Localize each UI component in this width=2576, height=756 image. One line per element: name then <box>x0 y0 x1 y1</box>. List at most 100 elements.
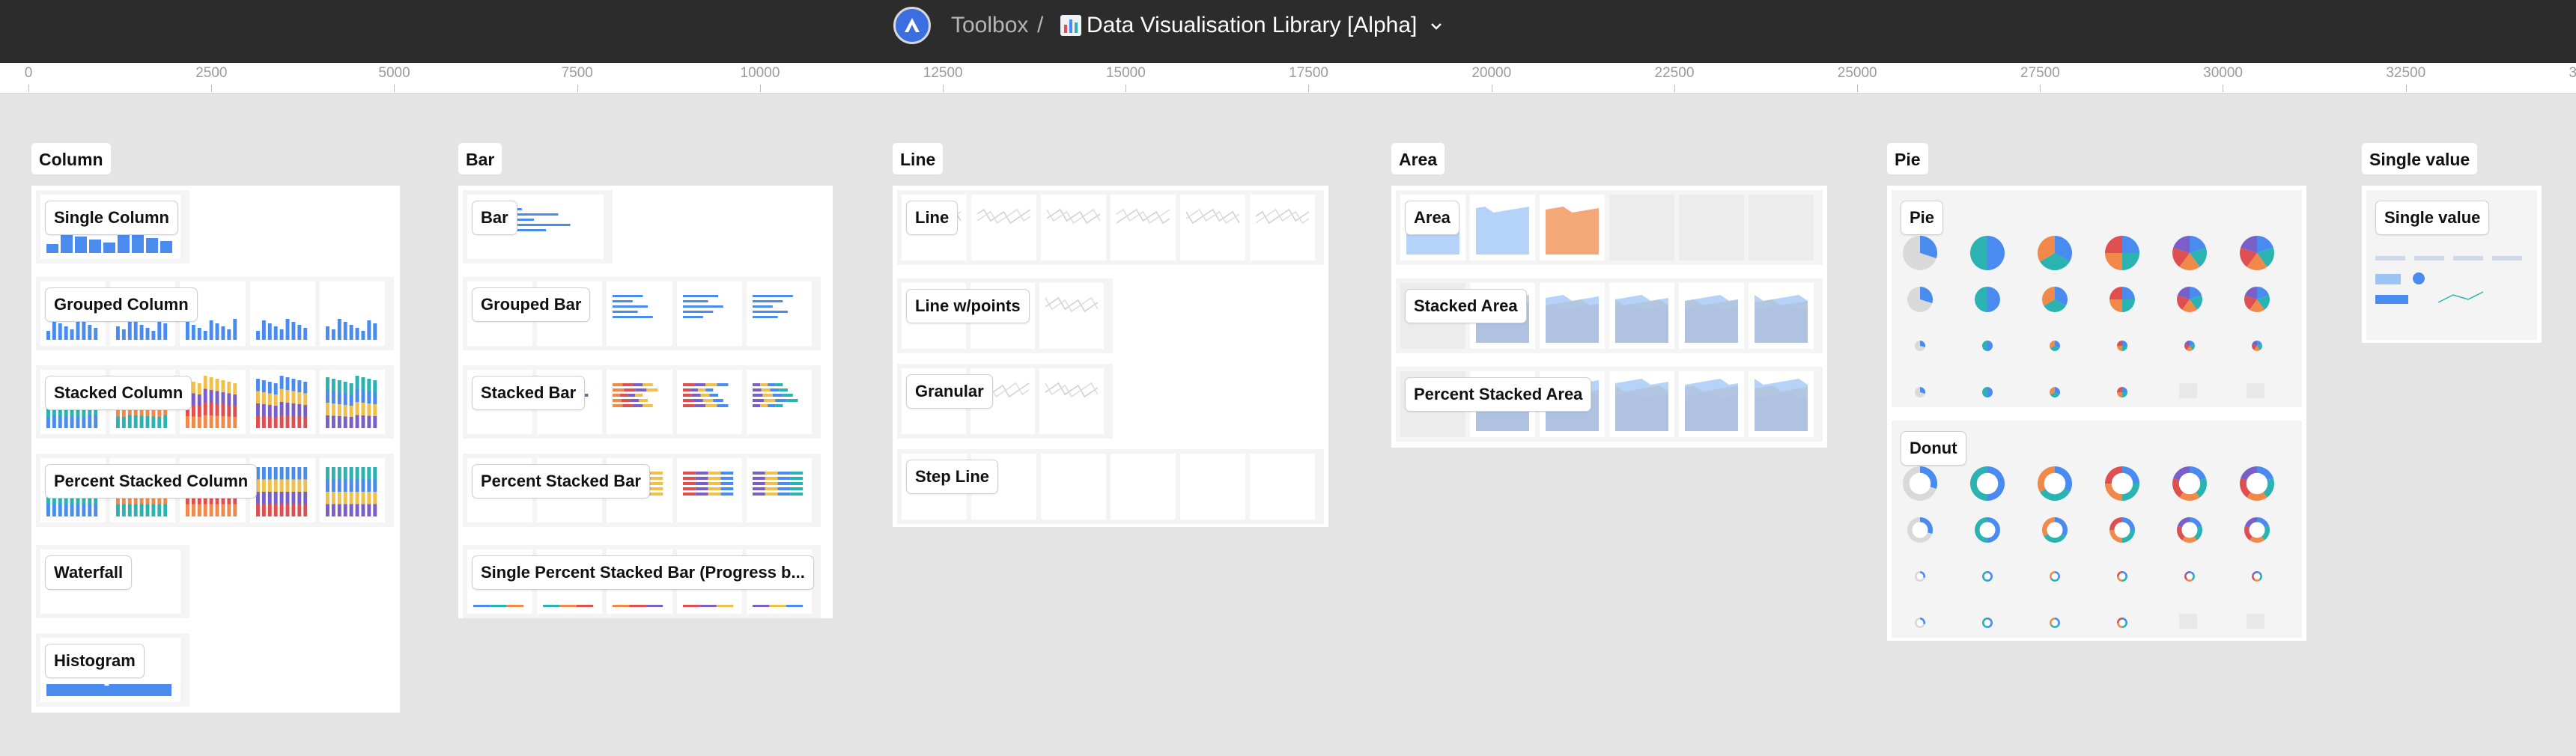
area-series-mark <box>1476 207 1529 254</box>
component-row[interactable]: Single Percent Stacked Bar (Progress b..… <box>463 545 821 618</box>
bar-mark <box>192 325 196 340</box>
component-row[interactable]: Granular <box>897 364 1113 439</box>
stack-segment-mark <box>343 382 347 394</box>
component-row[interactable]: Line w/points <box>897 278 1113 353</box>
bar-mark <box>186 322 190 340</box>
component-title[interactable]: Waterfall <box>45 555 133 590</box>
component-title[interactable]: Bar <box>472 201 517 235</box>
chart-thumbnail <box>746 281 812 346</box>
pie-chart-thumbnail <box>2038 236 2072 270</box>
hstack-segment-mark <box>752 472 765 475</box>
component-title[interactable]: Percent Stacked Area <box>1405 377 1592 412</box>
stack-segment-mark <box>273 504 278 516</box>
chart-thumbnail <box>249 281 315 346</box>
component-title[interactable]: Stacked Area <box>1405 289 1527 323</box>
stack-segment-mark <box>343 479 347 492</box>
stack-segment-mark <box>291 415 295 428</box>
hstack-segment-mark <box>693 399 703 402</box>
hstack-segment-mark <box>695 472 708 475</box>
stack-segment-mark <box>88 504 92 516</box>
component-row[interactable]: Percent Stacked Column <box>36 454 394 527</box>
stack-segment-mark <box>227 405 231 417</box>
stack-segment-mark <box>70 416 74 428</box>
pie-chart-thumbnail <box>2172 236 2207 270</box>
component-title[interactable]: Histogram <box>45 644 145 678</box>
component-row[interactable]: Stacked Column <box>36 365 394 439</box>
pie-slice-mark <box>1987 287 2000 312</box>
hstack-segment-mark <box>635 394 643 397</box>
stack-segment-mark <box>361 504 365 516</box>
stack-segment-mark <box>233 394 237 406</box>
pie-chart-thumbnail <box>2109 287 2135 312</box>
component-row[interactable]: Donut <box>1892 421 2302 638</box>
hstack-segment-mark <box>720 493 733 496</box>
component-row[interactable]: Histogram <box>36 633 189 707</box>
component-title[interactable]: Line <box>906 201 959 235</box>
astronomer-logo-icon[interactable] <box>893 7 931 44</box>
stack-segment-mark <box>88 415 92 428</box>
stack-segment-mark <box>303 479 307 492</box>
donut-hole-mark <box>2246 472 2268 495</box>
component-row[interactable]: Step Line <box>897 449 1324 524</box>
bar-mark <box>303 328 307 340</box>
component-title[interactable]: Line w/points <box>906 289 1030 323</box>
section-label-3: Area <box>1391 143 1445 174</box>
stack-segment-mark <box>285 390 290 403</box>
hstack-segment-mark <box>720 482 733 485</box>
component-row[interactable]: Single Column <box>36 190 189 263</box>
component-row[interactable]: Percent Stacked Bar <box>463 454 821 527</box>
ruler-tick-label: 20000 <box>1471 65 1512 81</box>
hstack-segment-mark <box>790 493 803 496</box>
component-title[interactable]: Percent Stacked Bar <box>472 464 650 499</box>
component-title[interactable]: Percent Stacked Column <box>45 464 258 499</box>
component-title[interactable]: Single Percent Stacked Bar (Progress b..… <box>472 555 814 590</box>
chart-thumbnail <box>249 458 315 522</box>
component-row[interactable]: Line <box>897 190 1324 265</box>
component-row[interactable]: Pie <box>1892 190 2302 407</box>
component-title[interactable]: Stacked Column <box>45 376 192 410</box>
component-title[interactable]: Step Line <box>906 460 999 494</box>
bar-mark <box>279 329 284 340</box>
stack-segment-mark <box>261 504 266 516</box>
pie-chart-thumbnail <box>2050 387 2060 397</box>
horizontal-ruler[interactable]: 0 2500 5000 7500 10000 12500 15000 17500 20000 22… <box>0 63 2576 94</box>
component-title[interactable]: Grouped Bar <box>472 287 591 322</box>
histogram-gap-mark <box>104 681 109 686</box>
component-row[interactable]: Stacked Bar <box>463 365 821 439</box>
stack-segment-mark <box>70 504 74 516</box>
stack-segment-mark <box>255 379 260 391</box>
component-row[interactable]: Bar <box>463 190 613 263</box>
component-row[interactable]: Waterfall <box>36 545 189 618</box>
hbar-mark <box>752 295 793 297</box>
workspace-name[interactable]: Toolbox <box>951 12 1028 39</box>
component-title[interactable]: Pie <box>1901 201 1944 235</box>
component-row[interactable]: Grouped Column <box>36 277 394 350</box>
component-row[interactable]: Grouped Bar <box>463 277 821 350</box>
stack-segment-mark <box>355 504 359 516</box>
component-title[interactable]: Grouped Column <box>45 287 198 322</box>
chart-thumbnail <box>319 281 385 346</box>
stack-segment-mark <box>373 380 377 392</box>
component-row[interactable]: Area <box>1396 190 1823 265</box>
single-value-mark <box>2492 256 2522 260</box>
bar-mark <box>210 320 213 340</box>
component-title[interactable]: Granular <box>906 374 993 409</box>
component-title[interactable]: Stacked Bar <box>472 376 586 410</box>
component-row[interactable]: Single value <box>2366 190 2537 340</box>
component-title[interactable]: Single value <box>2375 201 2490 235</box>
chevron-down-icon[interactable] <box>1430 21 1442 34</box>
stack-segment-mark <box>355 492 359 504</box>
chart-thumbnail-graphic <box>1615 295 1668 343</box>
component-title[interactable]: Area <box>1405 201 1459 235</box>
bar-mark <box>349 325 353 340</box>
stack-segment-mark <box>133 415 138 428</box>
component-row[interactable]: Percent Stacked Area <box>1396 367 1823 442</box>
component-title[interactable]: Single Column <box>45 201 178 235</box>
bar-mark <box>132 235 144 253</box>
component-row[interactable]: Stacked Area <box>1396 278 1823 353</box>
bar-mark <box>75 237 87 253</box>
file-title[interactable]: Data Visualisation Library [Alpha] <box>1087 12 1417 39</box>
component-title[interactable]: Donut <box>1901 431 1966 466</box>
stack-segment-mark <box>331 504 335 516</box>
chart-thumbnail <box>1250 454 1315 519</box>
